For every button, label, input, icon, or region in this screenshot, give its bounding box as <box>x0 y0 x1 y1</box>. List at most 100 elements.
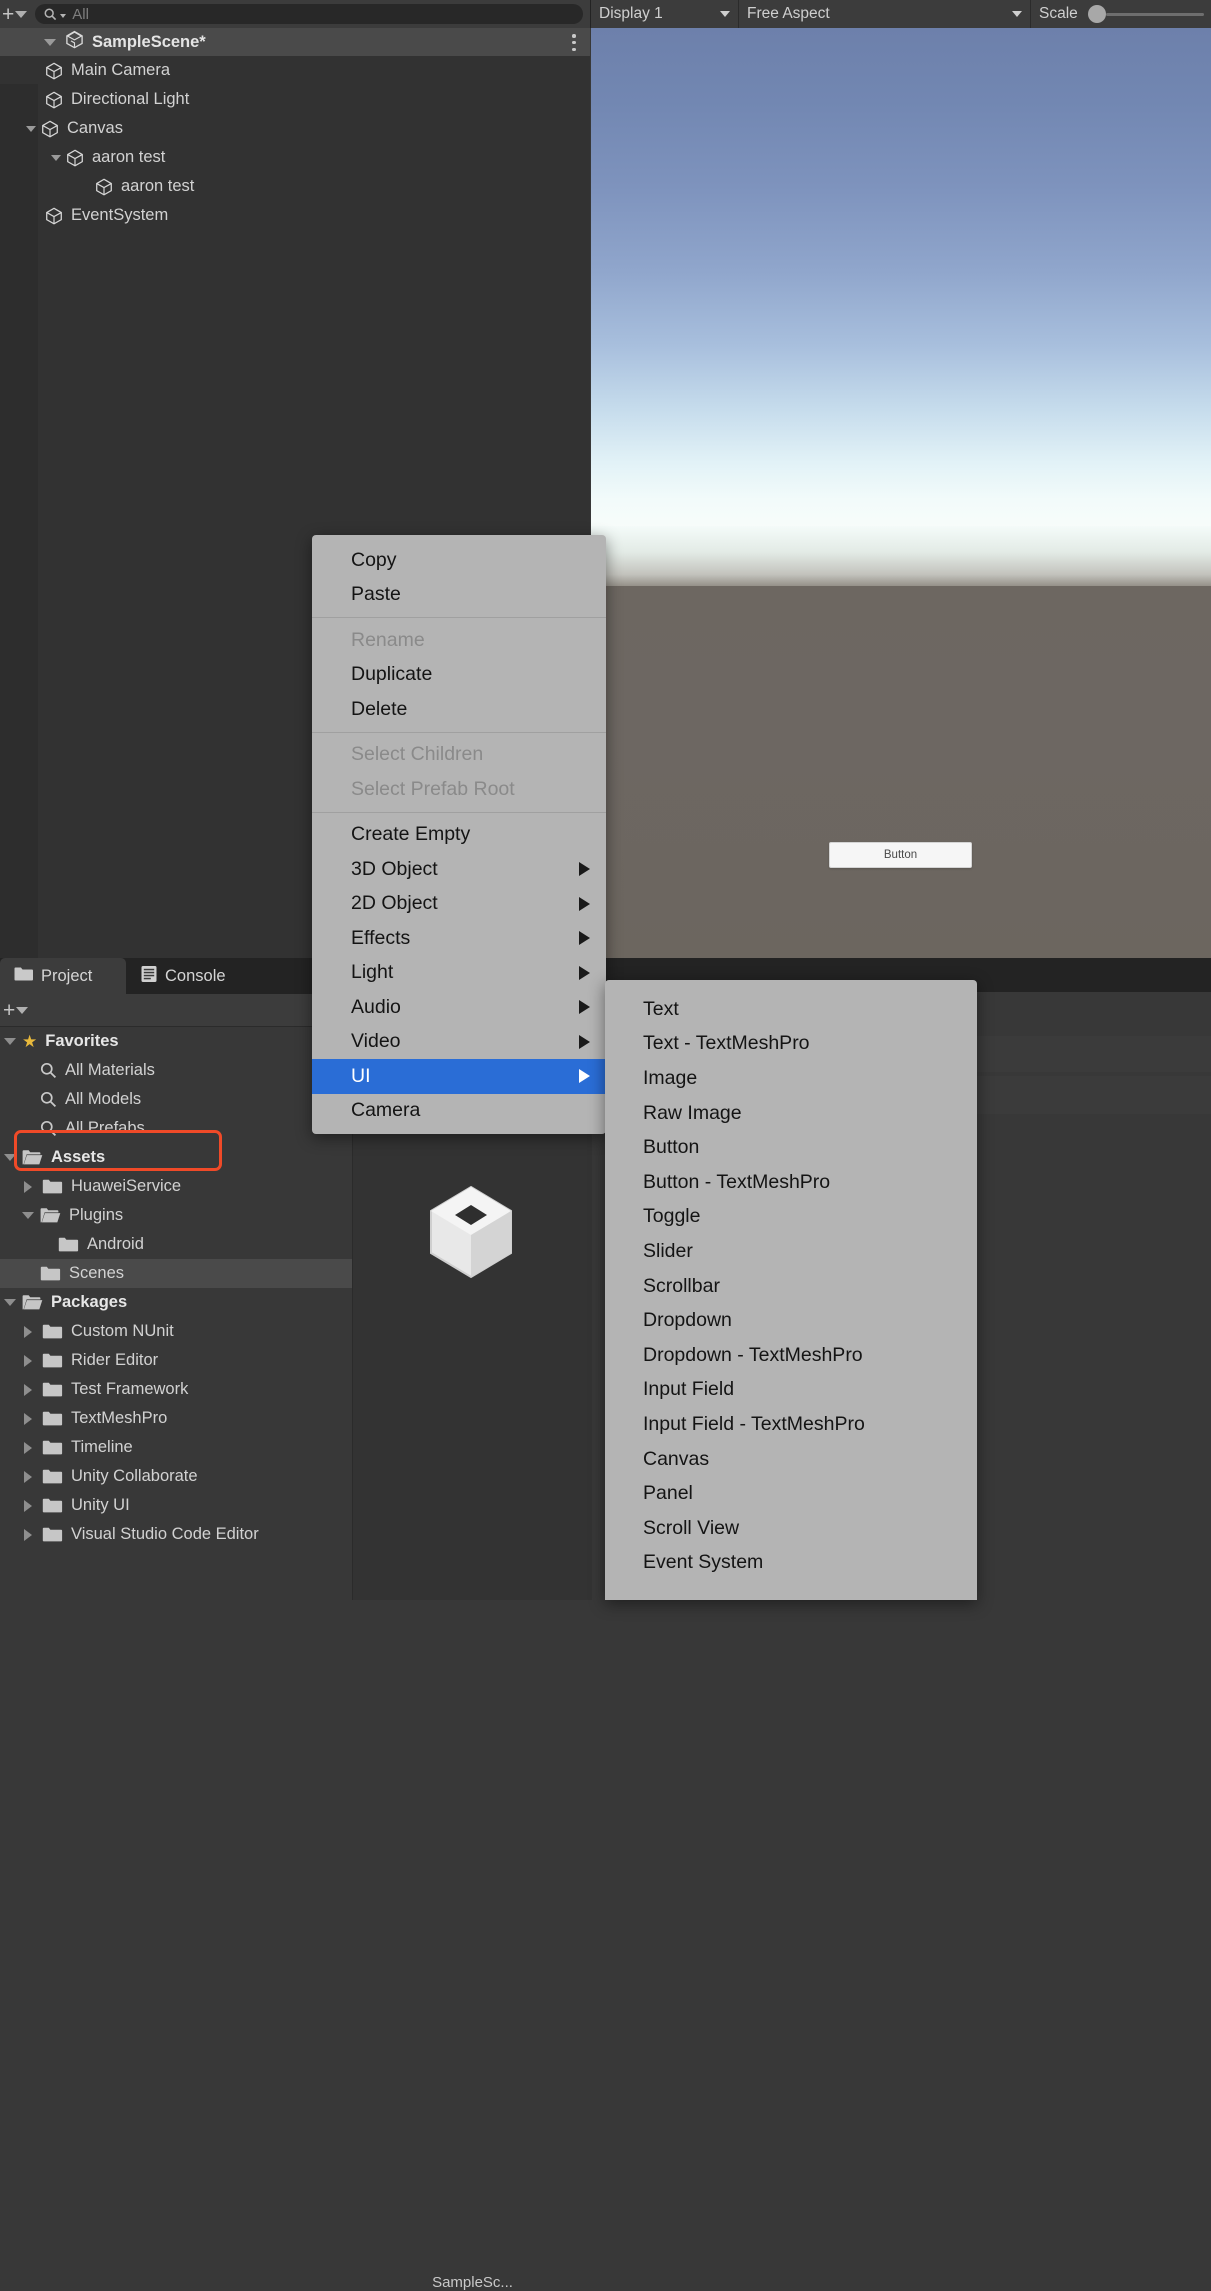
hierarchy-item-main-camera[interactable]: Main Camera <box>0 56 590 85</box>
project-item-label: Android <box>87 1235 144 1253</box>
hierarchy-twisty-icon[interactable] <box>26 125 36 132</box>
project-twisty-right-icon[interactable] <box>24 1383 32 1396</box>
project-add-plus-icon[interactable]: + <box>3 1000 15 1021</box>
scale-slider-handle[interactable] <box>1087 5 1106 23</box>
context-menu-item-label: Copy <box>351 548 397 571</box>
submenu-arrow-icon <box>579 1034 590 1049</box>
context-menu-item-camera[interactable]: Camera <box>312 1094 606 1129</box>
hierarchy-item-eventsystem[interactable]: EventSystem <box>0 201 590 230</box>
hierarchy-item-aaron-test[interactable]: aaron test <box>0 143 590 172</box>
add-object-chevron-down-icon[interactable] <box>15 10 28 18</box>
project-twisty-right-icon[interactable] <box>24 1325 32 1338</box>
project-twisty-down-icon[interactable] <box>4 1299 16 1306</box>
ui-submenu[interactable]: Text Text - TextMeshPro Image Raw Image Butt… <box>605 980 977 1600</box>
project-twisty-down-icon[interactable] <box>22 1212 34 1219</box>
ui-submenu-item-panel[interactable]: Panel <box>605 1476 977 1511</box>
ui-submenu-item-label: Input Field - TextMeshPro <box>643 1412 865 1435</box>
context-menu-item-label: 2D Object <box>351 892 438 915</box>
project-twisty-down-icon[interactable] <box>4 1154 16 1161</box>
folder-icon <box>40 1265 61 1282</box>
project-twisty-down-icon[interactable] <box>4 1038 16 1045</box>
ui-submenu-item-toggle[interactable]: Toggle <box>605 1200 977 1235</box>
ui-submenu-item-image[interactable]: Image <box>605 1061 977 1096</box>
context-menu-item-paste[interactable]: Paste <box>312 578 606 613</box>
search-icon <box>40 1120 57 1137</box>
project-twisty-right-icon[interactable] <box>24 1441 32 1454</box>
search-filter-chevron-icon[interactable] <box>60 14 67 18</box>
ui-submenu-item-dropdown[interactable]: Dropdown <box>605 1303 977 1338</box>
project-item-label: Assets <box>51 1148 106 1166</box>
ui-submenu-item-scrollbar[interactable]: Scrollbar <box>605 1269 977 1304</box>
project-twisty-right-icon[interactable] <box>24 1354 32 1367</box>
ui-submenu-item-slider[interactable]: Slider <box>605 1234 977 1269</box>
ui-submenu-item-event-system[interactable]: Event System <box>605 1546 977 1581</box>
ui-submenu-item-input-field[interactable]: Input Field <box>605 1373 977 1408</box>
context-menu-item-ui[interactable]: UI <box>312 1059 606 1094</box>
game-horizon-haze <box>591 526 1211 588</box>
context-menu-item-duplicate[interactable]: Duplicate <box>312 658 606 693</box>
context-menu-item-video[interactable]: Video <box>312 1025 606 1060</box>
ui-submenu-item-button-textmeshpro[interactable]: Button - TextMeshPro <box>605 1165 977 1200</box>
scale-slider-track[interactable] <box>1105 12 1204 16</box>
hierarchy-item-aaron-test[interactable]: aaron test <box>0 172 590 201</box>
game-ui-button[interactable]: Button <box>829 842 972 868</box>
scene-asset-thumbnail-icon[interactable] <box>411 1169 531 1294</box>
ui-submenu-item-button[interactable]: Button <box>605 1130 977 1165</box>
context-menu-item-copy[interactable]: Copy <box>312 543 606 578</box>
context-menu-item-select-prefab-root: Select Prefab Root <box>312 772 606 807</box>
project-twisty-right-icon[interactable] <box>24 1528 32 1541</box>
hierarchy-item-canvas[interactable]: Canvas <box>0 114 590 143</box>
unity-editor-window: + All Display 1 Free Aspect Scale Sample… <box>0 0 1211 2291</box>
scene-name-label: SampleScene* <box>92 32 206 51</box>
project-twisty-right-icon[interactable] <box>24 1412 32 1425</box>
context-menu[interactable]: Copy Paste Rename Duplicate Delete Select Chi… <box>312 535 606 1134</box>
add-object-plus-icon[interactable]: + <box>2 4 14 25</box>
display-dropdown[interactable]: Display 1 <box>591 0 739 28</box>
hierarchy-item-directional-light[interactable]: Directional Light <box>0 85 590 114</box>
context-menu-item-effects[interactable]: Effects <box>312 921 606 956</box>
tab-project-label: Project <box>41 966 93 985</box>
project-item-label: All Materials <box>65 1061 155 1079</box>
ui-submenu-item-input-field-textmeshpro[interactable]: Input Field - TextMeshPro <box>605 1407 977 1442</box>
context-menu-item-audio[interactable]: Audio <box>312 990 606 1025</box>
context-menu-item-3d-object[interactable]: 3D Object <box>312 852 606 887</box>
hierarchy-search-input[interactable]: All <box>35 4 583 24</box>
ui-submenu-item-dropdown-textmeshpro[interactable]: Dropdown - TextMeshPro <box>605 1338 977 1373</box>
ui-submenu-item-raw-image[interactable]: Raw Image <box>605 1096 977 1131</box>
ui-submenu-item-text[interactable]: Text <box>605 992 977 1027</box>
tab-console[interactable]: Console <box>126 958 266 994</box>
context-menu-item-delete[interactable]: Delete <box>312 692 606 727</box>
game-ground-plane <box>591 586 1211 958</box>
ui-submenu-item-text-textmeshpro[interactable]: Text - TextMeshPro <box>605 1027 977 1062</box>
aspect-dropdown[interactable]: Free Aspect <box>739 0 1031 28</box>
aspect-dropdown-label: Free Aspect <box>747 5 830 22</box>
project-twisty-right-icon[interactable] <box>24 1499 32 1512</box>
context-menu-item-light[interactable]: Light <box>312 956 606 991</box>
ui-submenu-item-canvas[interactable]: Canvas <box>605 1442 977 1477</box>
ui-submenu-item-label: Slider <box>643 1239 693 1262</box>
folder-open-icon <box>22 1294 43 1311</box>
project-item-label: Favorites <box>45 1032 119 1050</box>
scale-slider-group[interactable]: Scale <box>1031 0 1211 28</box>
game-view[interactable]: Button <box>591 28 1211 958</box>
unity-scene-icon <box>65 30 84 54</box>
submenu-arrow-icon <box>579 862 590 877</box>
project-add-chevron-down-icon[interactable] <box>16 1006 29 1014</box>
project-item-label: Unity UI <box>71 1496 130 1514</box>
project-twisty-right-icon[interactable] <box>24 1470 32 1483</box>
tab-project[interactable]: Project <box>0 958 126 994</box>
context-menu-separator <box>312 811 606 813</box>
context-menu-item-label: Camera <box>351 1099 421 1122</box>
ui-submenu-item-label: Scrollbar <box>643 1274 720 1297</box>
context-menu-item-2d-object[interactable]: 2D Object <box>312 887 606 922</box>
ui-submenu-item-scroll-view[interactable]: Scroll View <box>605 1511 977 1546</box>
project-item-label: Custom NUnit <box>71 1322 174 1340</box>
scene-expand-twisty-icon[interactable] <box>44 38 56 46</box>
context-menu-item-create-empty[interactable]: Create Empty <box>312 818 606 853</box>
hierarchy-kebab-menu-icon[interactable] <box>572 34 576 51</box>
submenu-arrow-icon <box>579 1000 590 1015</box>
hierarchy-scene-row[interactable]: SampleScene* <box>0 28 590 56</box>
hierarchy-item-label: Canvas <box>67 119 123 137</box>
project-twisty-right-icon[interactable] <box>24 1180 32 1193</box>
hierarchy-twisty-icon[interactable] <box>51 154 61 161</box>
